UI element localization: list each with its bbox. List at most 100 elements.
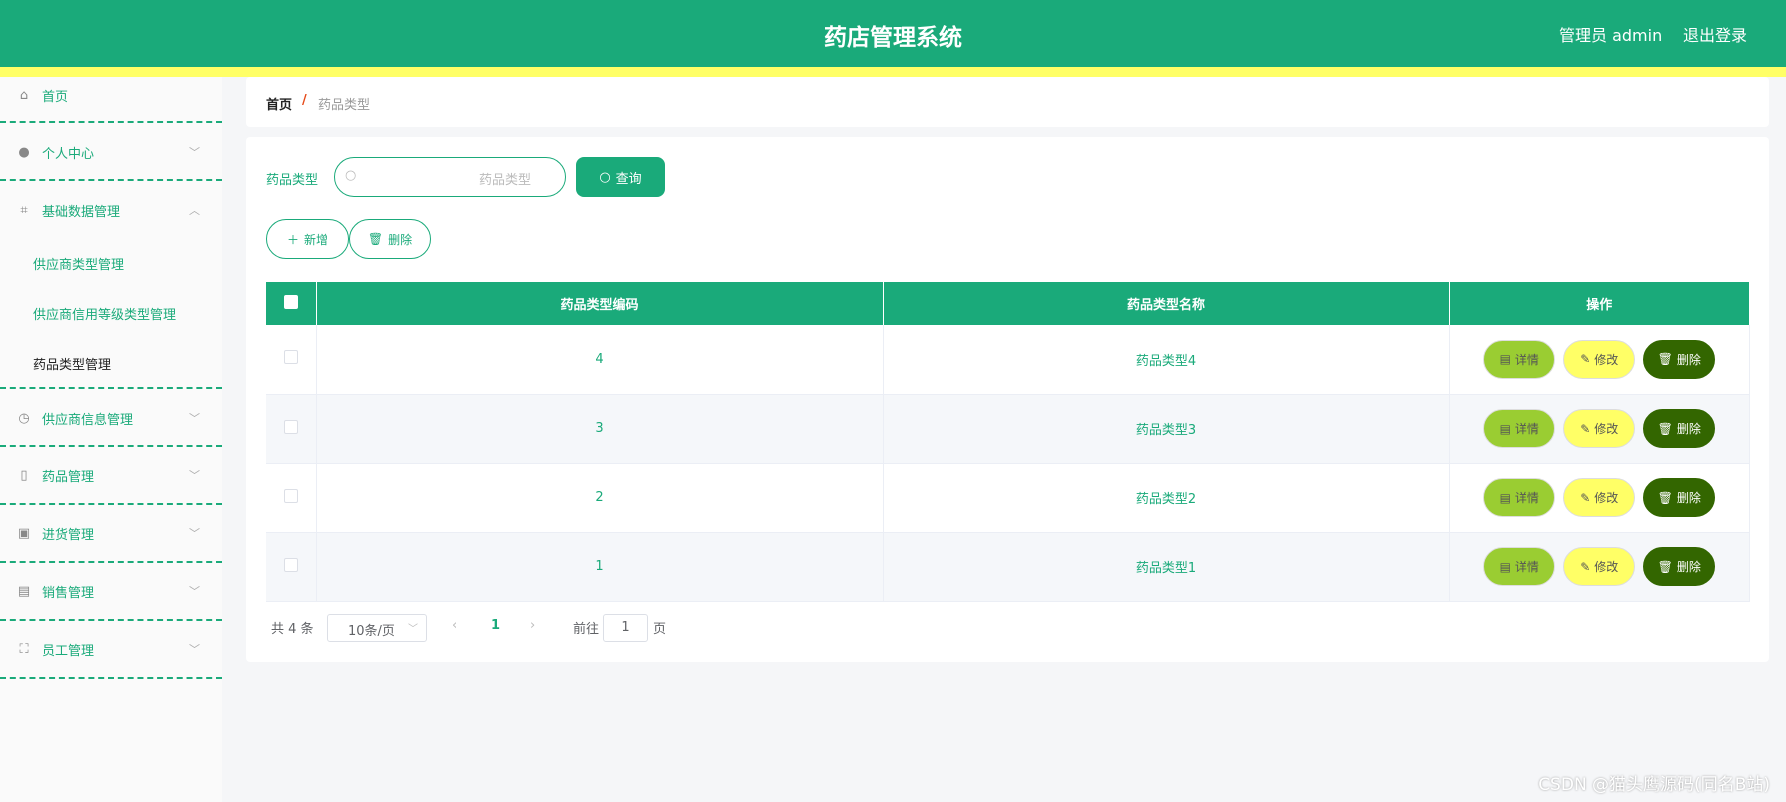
- sidebar: [0, 77, 222, 802]
- select-all-checkbox[interactable]: [283, 294, 298, 309]
- search-icon: ○: [345, 168, 357, 183]
- table-row: 2 药品类型2 ▤ 详情 ✎ 修改 🗑 删除: [266, 463, 1750, 533]
- edit-label: 修改: [1594, 560, 1619, 574]
- delete-label: 删除: [1676, 352, 1701, 367]
- sidebar-subitem-supplier-credit[interactable]: 供应商信用等级类型管理: [33, 304, 176, 323]
- column-header-code[interactable]: 药品类型编码: [316, 282, 884, 325]
- edit-button[interactable]: ✎ 修改: [1563, 547, 1636, 586]
- logout-link[interactable]: 退出登录: [1683, 22, 1747, 46]
- trash-icon: 🗑: [1657, 421, 1673, 436]
- row-select-cell: [266, 532, 317, 602]
- sidebar-item-label: 进货管理: [42, 527, 95, 543]
- detail-button[interactable]: ▤ 详情: [1483, 547, 1556, 586]
- divider: [0, 503, 222, 505]
- pencil-icon: ✎: [1580, 559, 1591, 574]
- sidebar-item-purchase[interactable]: ▣ 进货管理 ﹀: [0, 522, 222, 544]
- sidebar-item-label: 药品管理: [42, 469, 95, 485]
- cell-code: 2: [316, 463, 884, 533]
- sidebar-item-supplier[interactable]: ◷ 供应商信息管理 ﹀: [0, 407, 222, 429]
- cell-code: 1: [316, 532, 884, 602]
- row-checkbox[interactable]: [283, 488, 298, 503]
- sidebar-item-basic-data[interactable]: ⌗ 基础数据管理 ︿: [0, 199, 222, 221]
- delete-button[interactable]: 🗑 删除: [1643, 339, 1716, 379]
- search-label: 药品类型: [266, 173, 319, 188]
- row-checkbox[interactable]: [283, 557, 298, 572]
- document-icon: ▤: [1499, 421, 1511, 436]
- delete-button[interactable]: 🗑 删除: [1643, 409, 1716, 448]
- select-all-header: [266, 282, 317, 325]
- sidebar-item-label: 首页: [42, 89, 69, 105]
- edit-label: 修改: [1594, 491, 1619, 505]
- sidebar-item-profile[interactable]: ● 个人中心 ﹀: [0, 141, 222, 163]
- pagination-total: 共 4 条: [271, 622, 314, 637]
- breadcrumb-home[interactable]: 首页: [266, 94, 292, 113]
- divider: [0, 619, 222, 621]
- next-page-button[interactable]: ›: [530, 618, 535, 633]
- query-label: 查询: [615, 171, 642, 187]
- cell-code: 4: [316, 325, 884, 395]
- divider: [0, 561, 222, 563]
- detail-button[interactable]: ▤ 详情: [1483, 478, 1556, 517]
- breadcrumb-current: 药品类型: [318, 98, 371, 113]
- chevron-up-icon: ︿: [189, 204, 200, 217]
- chevron-down-icon: ﹀: [189, 585, 200, 598]
- row-select-cell: [266, 463, 317, 533]
- goto-label: 前往: [573, 622, 600, 637]
- sidebar-subitem-supplier-type[interactable]: 供应商类型管理: [33, 254, 124, 273]
- prev-page-button[interactable]: ‹: [452, 618, 457, 633]
- divider: [0, 179, 222, 181]
- add-button[interactable]: ＋ 新增: [266, 219, 349, 259]
- compass-icon: ◷: [18, 410, 30, 426]
- delete-button[interactable]: 🗑 删除: [1643, 478, 1716, 517]
- detail-label: 详情: [1514, 560, 1539, 574]
- delete-label: 删除: [1676, 560, 1701, 574]
- add-label: 新增: [304, 232, 329, 247]
- delete-button[interactable]: 🗑 删除: [1643, 547, 1716, 586]
- detail-button[interactable]: ▤ 详情: [1483, 339, 1556, 379]
- home-icon: ⌂: [19, 87, 29, 103]
- row-checkbox[interactable]: [283, 419, 298, 434]
- cell-name: 药品类型4: [883, 325, 1450, 395]
- edit-button[interactable]: ✎ 修改: [1563, 339, 1636, 379]
- detail-label: 详情: [1514, 352, 1539, 367]
- sidebar-item-drug[interactable]: ▯ 药品管理 ﹀: [0, 464, 222, 486]
- batch-delete-button[interactable]: 🗑 删除: [349, 219, 431, 259]
- breadcrumb: 首页 / 药品类型: [246, 77, 1769, 127]
- sidebar-subitem-drug-type[interactable]: 药品类型管理: [33, 354, 111, 373]
- page-size-select[interactable]: 10条/页 ﹀: [327, 614, 427, 642]
- drug-type-table: 药品类型编码 药品类型名称 操作 4 药品类型4 ▤ 详情 ✎ 修改 🗑 删除 3 药品类…: [266, 282, 1750, 602]
- detail-label: 详情: [1514, 422, 1539, 436]
- top-header: 药店管理系统 管理员 admin 退出登录: [0, 0, 1786, 67]
- edit-button[interactable]: ✎ 修改: [1563, 409, 1636, 448]
- chevron-down-icon: ﹀: [408, 624, 418, 635]
- plus-icon: ＋: [286, 232, 299, 247]
- sidebar-item-label: 供应商信息管理: [42, 412, 134, 428]
- page-size-value: 10条/页: [348, 624, 395, 639]
- sidebar-item-staff[interactable]: ⛶ 员工管理 ﹀: [0, 638, 222, 660]
- app-title: 药店管理系统: [824, 25, 962, 51]
- delete-label: 删除: [1676, 491, 1701, 505]
- document-icon: ▤: [1499, 559, 1511, 574]
- microphone-icon: ▯: [20, 467, 28, 483]
- chat-icon: ▤: [17, 583, 31, 599]
- divider: [0, 121, 222, 123]
- page-number-current[interactable]: 1: [491, 618, 500, 633]
- sidebar-item-sales[interactable]: ▤ 销售管理 ﹀: [0, 580, 222, 602]
- trash-icon: 🗑: [367, 232, 384, 246]
- goto-page-input[interactable]: 1: [603, 614, 648, 642]
- sidebar-item-home[interactable]: ⌂ 首页: [0, 84, 222, 106]
- row-select-cell: [266, 394, 317, 464]
- cell-name: 药品类型2: [883, 463, 1450, 533]
- detail-label: 详情: [1514, 491, 1539, 505]
- query-button[interactable]: ○ 查询: [576, 157, 665, 197]
- table-row: 3 药品类型3 ▤ 详情 ✎ 修改 🗑 删除: [266, 394, 1750, 464]
- edit-button[interactable]: ✎ 修改: [1563, 478, 1636, 517]
- current-user[interactable]: 管理员 admin: [1559, 22, 1662, 46]
- search-input[interactable]: ○ 药品类型: [334, 157, 566, 197]
- breadcrumb-separator: /: [302, 93, 307, 108]
- detail-button[interactable]: ▤ 详情: [1483, 409, 1556, 448]
- edit-label: 修改: [1594, 352, 1619, 367]
- page-unit-label: 页: [653, 622, 667, 637]
- column-header-name[interactable]: 药品类型名称: [883, 282, 1450, 325]
- row-checkbox[interactable]: [283, 350, 298, 365]
